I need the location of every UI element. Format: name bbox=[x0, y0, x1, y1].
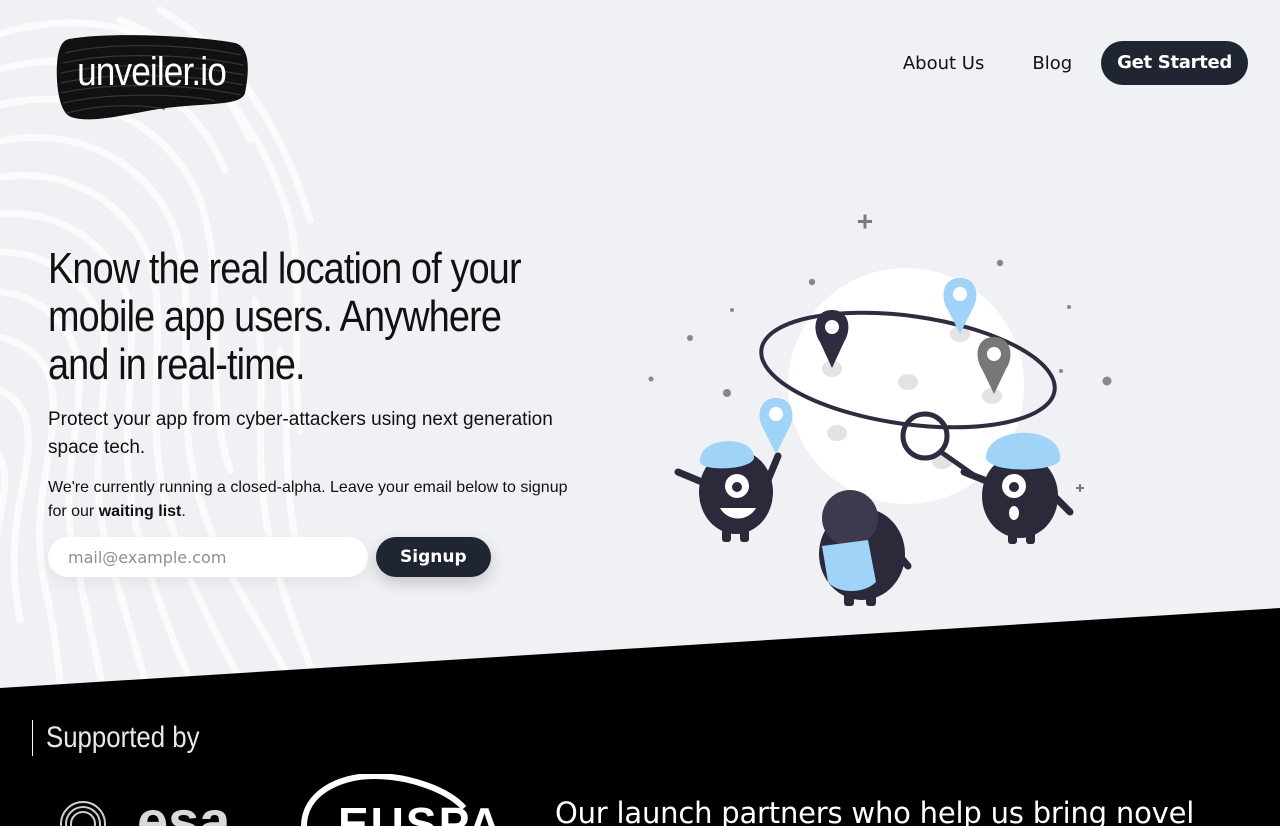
nav-about-us[interactable]: About Us bbox=[903, 53, 985, 74]
alpha-note: We're currently running a closed-alpha. … bbox=[48, 476, 588, 524]
euspa-logo-text: EUSPA bbox=[338, 798, 503, 826]
alpha-note-end: . bbox=[181, 503, 186, 520]
hero-headline-line-1: Know the real location of your bbox=[48, 244, 522, 293]
top-nav: About Us Blog Get Started bbox=[903, 41, 1248, 85]
esa-logo-text: esa bbox=[137, 796, 231, 826]
partners-description: Our launch partners who help us bring no… bbox=[555, 796, 1195, 826]
hero-headline: Know the real location of your mobile ap… bbox=[48, 245, 581, 389]
monster-character-left bbox=[674, 441, 782, 542]
get-started-button[interactable]: Get Started bbox=[1101, 41, 1248, 85]
hero-section: Know the real location of your mobile ap… bbox=[48, 245, 588, 524]
monster-character-middle bbox=[819, 490, 912, 606]
euspa-logo[interactable]: EUSPA bbox=[298, 774, 512, 826]
hero-subtitle: Protect your app from cyber-attackers us… bbox=[48, 409, 553, 458]
hero-headline-line-2: mobile app users. Anywhere bbox=[48, 292, 502, 341]
waiting-list-emphasis: waiting list bbox=[98, 503, 182, 520]
nav-blog[interactable]: Blog bbox=[1032, 53, 1072, 74]
esa-logo[interactable]: esa bbox=[55, 796, 265, 826]
supported-heading-text: Supported by bbox=[46, 721, 200, 754]
signup-button[interactable]: Signup bbox=[376, 537, 491, 577]
signup-form: Signup bbox=[48, 537, 491, 577]
logo-text: unveiler.io bbox=[77, 50, 227, 94]
supported-heading: Supported by bbox=[32, 720, 224, 756]
hero-illustration bbox=[648, 214, 1112, 606]
hero-headline-line-3: and in real-time. bbox=[48, 340, 306, 389]
brand-logo[interactable]: unveiler.io bbox=[55, 33, 248, 122]
map-pin-icon-blue-small bbox=[759, 398, 793, 454]
email-input[interactable] bbox=[48, 537, 368, 577]
